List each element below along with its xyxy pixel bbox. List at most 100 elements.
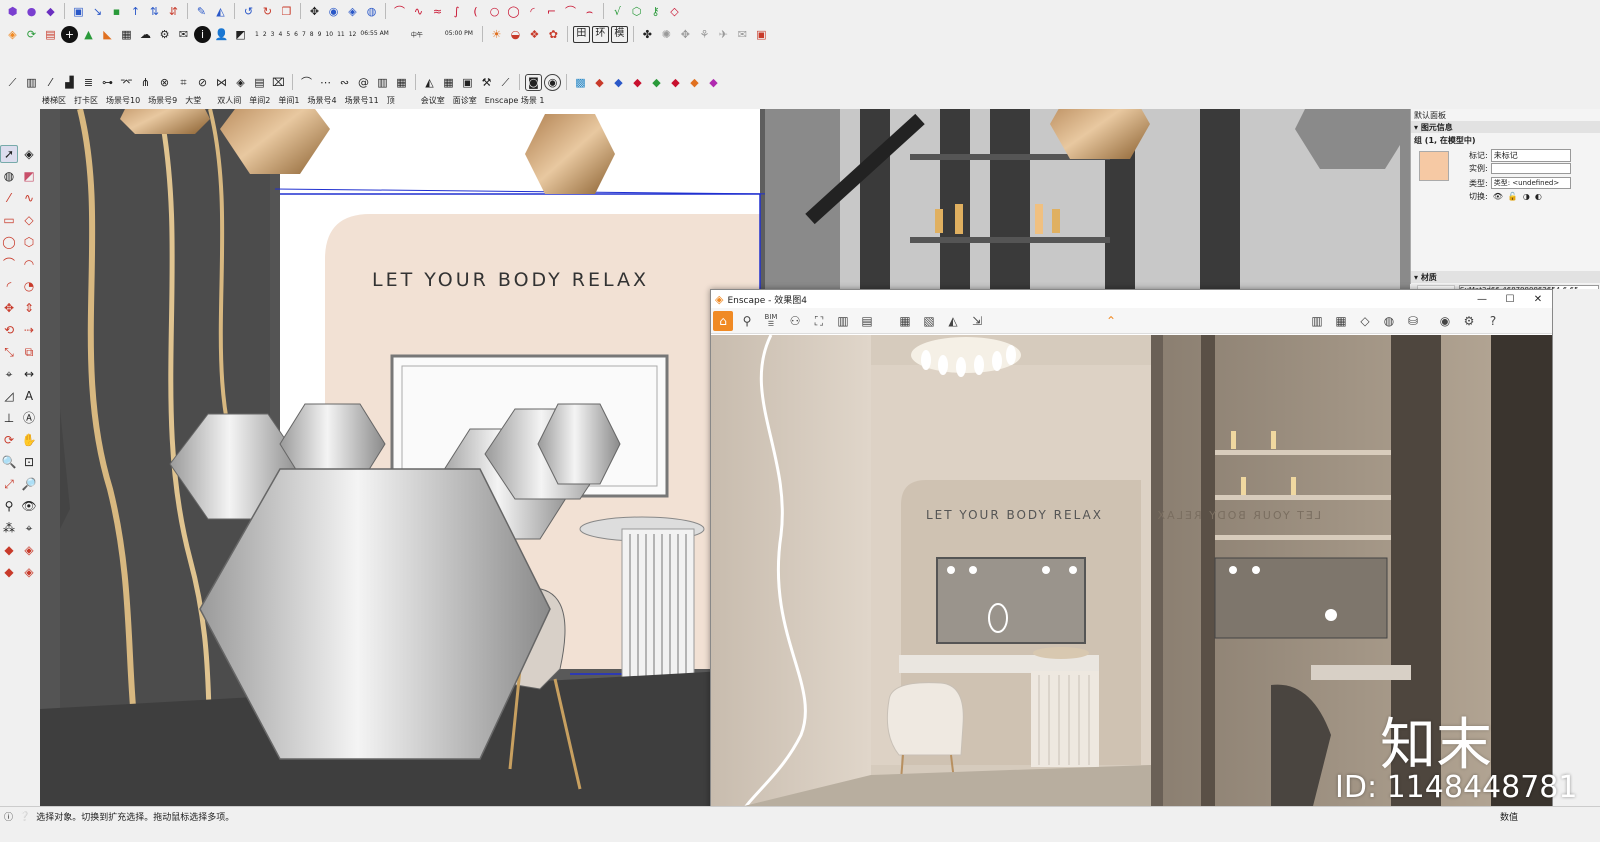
- material-swatch[interactable]: [1419, 151, 1449, 181]
- offset-icon[interactable]: ⧉: [20, 343, 38, 361]
- component-icon[interactable]: ◈: [20, 145, 38, 163]
- spiral-icon[interactable]: @: [355, 74, 372, 91]
- paper-icon[interactable]: ❐: [278, 3, 295, 20]
- export-icon[interactable]: ⇲: [967, 311, 987, 331]
- solid-tools-icon[interactable]: ◆: [0, 563, 18, 581]
- mail-icon[interactable]: ✉: [175, 26, 192, 43]
- solid-icon[interactable]: ◆: [705, 74, 722, 91]
- sphere-purple-icon[interactable]: ●: [23, 3, 40, 20]
- sun-settings-icon[interactable]: ◍: [1379, 311, 1399, 331]
- sync-icon[interactable]: ⟳: [23, 26, 40, 43]
- sun-timeline[interactable]: 1 2 3 4 5 6 7 8 9 10 11 12 06:55 AM 中午 0…: [255, 30, 473, 39]
- tab-scene[interactable]: 场景号9: [148, 95, 177, 107]
- arrow-red-icon[interactable]: ⇵: [165, 3, 182, 20]
- follow-me-icon[interactable]: ⇢: [20, 321, 38, 339]
- 3d-text-icon[interactable]: Ⓐ: [20, 409, 38, 427]
- arc-icon[interactable]: ◠: [20, 255, 38, 273]
- collapse-arrow-icon[interactable]: ⌃: [1101, 311, 1121, 331]
- buildings-icon[interactable]: ▥: [833, 311, 853, 331]
- tab-scene[interactable]: 双人间: [217, 95, 241, 107]
- tab-scene[interactable]: 场景号11: [345, 95, 379, 107]
- material-header[interactable]: ▾ 材质: [1411, 271, 1600, 283]
- tool-icon[interactable]: ⊘: [194, 74, 211, 91]
- tool-icon[interactable]: ⌗: [175, 74, 192, 91]
- instance-input[interactable]: [1490, 163, 1571, 174]
- orbit-icon[interactable]: ◉: [325, 3, 342, 20]
- checker-icon[interactable]: ▦: [118, 26, 135, 43]
- tab-scene[interactable]: 打卡区: [74, 95, 98, 107]
- tool-icon[interactable]: ⋔: [137, 74, 154, 91]
- look-around-icon[interactable]: 👁: [20, 497, 38, 515]
- add-icon[interactable]: +: [61, 25, 78, 43]
- tool-icon[interactable]: ⌧: [270, 74, 287, 91]
- plugin-icon[interactable]: ▣: [753, 26, 770, 43]
- arc-icon[interactable]: ◜: [524, 3, 541, 20]
- shadow-icon[interactable]: ◒: [507, 26, 524, 43]
- texture-icon[interactable]: ▩: [572, 74, 589, 91]
- arc-icon[interactable]: (: [467, 3, 484, 20]
- bars-icon[interactable]: ▥: [374, 74, 391, 91]
- cube-icon[interactable]: ◇: [1355, 311, 1375, 331]
- tab-scene[interactable]: 面诊室: [453, 95, 477, 107]
- clapper-icon[interactable]: ▤: [857, 311, 877, 331]
- tab-scene[interactable]: 大堂: [185, 95, 201, 107]
- zoom-window-icon[interactable]: ⊡: [20, 453, 38, 471]
- arc-icon[interactable]: ⌒: [391, 3, 408, 20]
- user-icon[interactable]: 👤: [213, 26, 230, 43]
- cube-blue-icon[interactable]: ▣: [70, 3, 87, 20]
- views-icon[interactable]: ▥: [1307, 311, 1327, 331]
- status-info-icon[interactable]: ⓘ: [4, 810, 13, 823]
- spline-icon[interactable]: ∿: [410, 3, 427, 20]
- footprints-icon[interactable]: ⁂: [0, 519, 18, 537]
- chain-icon[interactable]: ⋯: [317, 74, 334, 91]
- scale-icon[interactable]: ⤡: [0, 343, 18, 361]
- component-icon[interactable]: ⟋: [497, 74, 514, 91]
- type-select[interactable]: 类型: <undefined>: [1490, 177, 1571, 189]
- key-icon[interactable]: ⚷: [647, 3, 664, 20]
- paint-icon[interactable]: ◍: [363, 3, 380, 20]
- orbit-icon[interactable]: ⟳: [0, 431, 18, 449]
- batch-render-icon[interactable]: ▧: [919, 311, 939, 331]
- axes-icon[interactable]: ⊥: [0, 409, 18, 427]
- panorama-icon[interactable]: ◭: [943, 311, 963, 331]
- tool-icon[interactable]: ◈: [232, 74, 249, 91]
- solid-icon[interactable]: ◆: [667, 74, 684, 91]
- box-green-icon[interactable]: ▪: [108, 3, 125, 20]
- tab-scene[interactable]: 单间1: [278, 95, 299, 107]
- tab-scene[interactable]: 单间2: [249, 95, 270, 107]
- settings-icon[interactable]: ⚙: [156, 26, 173, 43]
- rotate-icon[interactable]: ⟲: [0, 321, 18, 339]
- lock-icon[interactable]: 🔓: [1508, 192, 1518, 201]
- zoom-extents-icon[interactable]: ⤢: [0, 475, 18, 493]
- model-button[interactable]: 模: [610, 25, 628, 43]
- move-icon[interactable]: ✥: [0, 299, 18, 317]
- help-icon[interactable]: ?: [1483, 311, 1503, 331]
- arrow-blue-icon[interactable]: ↑: [127, 3, 144, 20]
- maximize-button[interactable]: ☐: [1496, 290, 1524, 308]
- arrow-blue-icon[interactable]: ↘: [89, 3, 106, 20]
- cylinder-icon[interactable]: ⛁: [1403, 311, 1423, 331]
- circle-icon[interactable]: ○: [486, 3, 503, 20]
- section-icon[interactable]: ◭: [421, 74, 438, 91]
- arc-icon[interactable]: ⌒: [0, 255, 18, 273]
- solid-tools-icon[interactable]: ◆: [0, 541, 18, 559]
- home-icon[interactable]: ⌂: [713, 310, 733, 331]
- cube-purple-icon[interactable]: ⬢: [4, 3, 21, 20]
- plugin-icon[interactable]: ✥: [677, 26, 694, 43]
- wave-icon[interactable]: ∾: [336, 74, 353, 91]
- zoom-icon[interactable]: 🔍: [0, 453, 18, 471]
- eraser-icon[interactable]: ◩: [20, 167, 38, 185]
- arc-icon[interactable]: ◜: [0, 277, 18, 295]
- render-icon[interactable]: ▤: [42, 26, 59, 43]
- plugin-icon[interactable]: ✺: [658, 26, 675, 43]
- circle-icon[interactable]: ◯: [505, 3, 522, 20]
- asset-library-icon[interactable]: ⛶: [809, 311, 829, 331]
- solid-tools-icon[interactable]: ◈: [20, 563, 38, 581]
- bars-icon[interactable]: ▦: [393, 74, 410, 91]
- pipe-icon[interactable]: ⊶: [99, 74, 116, 91]
- tool-icon[interactable]: ⌤: [118, 74, 135, 91]
- spline-icon[interactable]: ≈: [429, 3, 446, 20]
- pan-icon[interactable]: ✋: [20, 431, 38, 449]
- fog-icon[interactable]: ❖: [526, 26, 543, 43]
- plugin-icon[interactable]: ✉: [734, 26, 751, 43]
